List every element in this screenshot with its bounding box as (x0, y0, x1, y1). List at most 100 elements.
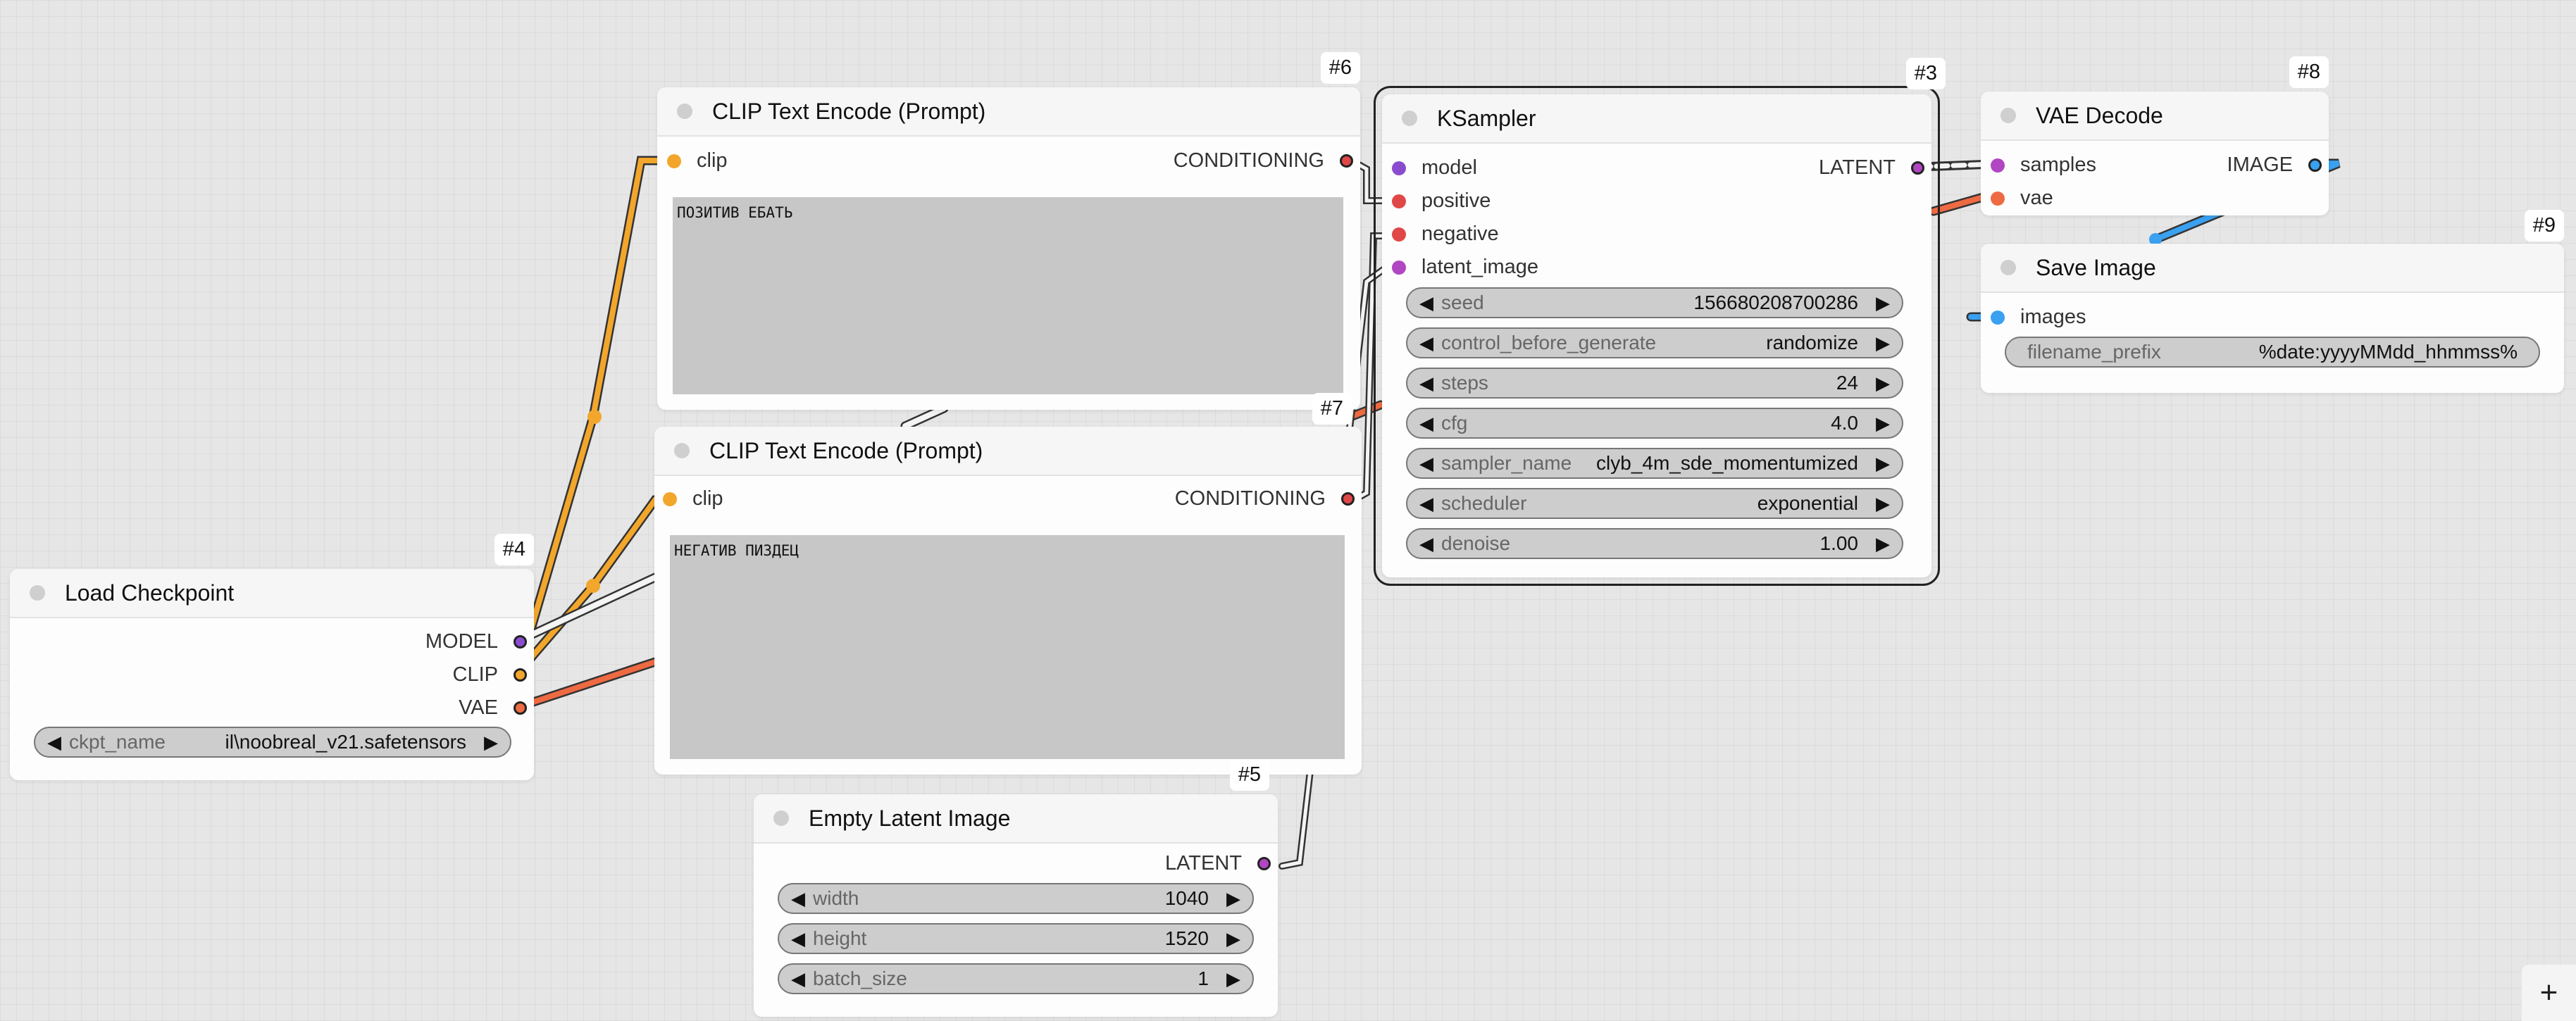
decrement-arrow-icon[interactable]: ◀ (44, 732, 65, 753)
slot-dot-conditioning[interactable] (1341, 492, 1355, 506)
input-slot-images[interactable]: images (1991, 306, 2086, 329)
increment-arrow-icon[interactable]: ▶ (1872, 413, 1893, 434)
increment-arrow-icon[interactable]: ▶ (1872, 372, 1893, 394)
decrement-arrow-icon[interactable]: ◀ (788, 888, 809, 910)
slot-dot-model[interactable] (1392, 161, 1406, 175)
node-save-image[interactable]: #9 Save Image images filename_prefix %da… (1981, 210, 2564, 393)
add-node-button[interactable]: + (2522, 965, 2576, 1021)
input-slot-samples[interactable]: samples (1991, 154, 2096, 177)
input-slot-positive[interactable]: positive (1392, 189, 1491, 213)
slot-dot-image[interactable] (2308, 158, 2322, 172)
node-empty-latent-image[interactable]: #5 Empty Latent Image LATENT ◀ width 104… (754, 759, 1278, 1017)
slot-dot-vae[interactable] (514, 701, 527, 715)
node-title: VAE Decode (2036, 102, 2163, 128)
collapse-toggle[interactable] (677, 104, 692, 119)
reroute-dot-clip[interactable] (587, 410, 602, 424)
input-slot-model[interactable]: model (1392, 156, 1477, 180)
output-slot-latent[interactable]: LATENT (1819, 156, 1924, 180)
slot-dot-clip[interactable] (667, 154, 681, 168)
slot-dot-clip[interactable] (514, 668, 527, 682)
decrement-arrow-icon[interactable]: ◀ (1416, 533, 1437, 555)
input-slot-clip[interactable]: clip (667, 149, 728, 173)
node-header[interactable]: Load Checkpoint (10, 569, 534, 618)
node-load-checkpoint[interactable]: #4 Load Checkpoint MODEL CLIP VAE ◀ ckpt… (10, 534, 534, 780)
increment-arrow-icon[interactable]: ▶ (1872, 292, 1893, 314)
slot-dot-conditioning[interactable] (1340, 154, 1353, 168)
node-vae-decode[interactable]: #8 VAE Decode samples vae IMAGE (1981, 56, 2329, 215)
slot-dot-latent[interactable] (1911, 161, 1924, 175)
slot-dot-latent[interactable] (1991, 158, 2005, 173)
slot-dot-vae[interactable] (1991, 191, 2005, 206)
widget-seed[interactable]: ◀ seed 156680208700286 ▶ (1406, 287, 1903, 318)
decrement-arrow-icon[interactable]: ◀ (788, 968, 809, 990)
node-id-badge: #3 (1905, 58, 1946, 89)
widget-cfg[interactable]: ◀ cfg 4.0 ▶ (1406, 408, 1903, 439)
output-slot-clip[interactable]: CLIP (453, 663, 527, 687)
decrement-arrow-icon[interactable]: ◀ (1416, 372, 1437, 394)
widget-steps[interactable]: ◀ steps 24 ▶ (1406, 368, 1903, 399)
node-header[interactable]: Empty Latent Image (754, 794, 1278, 844)
increment-arrow-icon[interactable]: ▶ (1872, 533, 1893, 555)
decrement-arrow-icon[interactable]: ◀ (788, 928, 809, 950)
reroute-dot-clip[interactable] (586, 579, 600, 593)
output-slot-conditioning[interactable]: CONDITIONING (1174, 149, 1353, 173)
decrement-arrow-icon[interactable]: ◀ (1416, 292, 1437, 314)
increment-arrow-icon[interactable]: ▶ (1872, 453, 1893, 475)
widget-label: batch_size (813, 967, 907, 989)
collapse-toggle[interactable] (1402, 111, 1417, 126)
decrement-arrow-icon[interactable]: ◀ (1416, 332, 1437, 354)
increment-arrow-icon[interactable]: ▶ (480, 732, 502, 753)
prompt-textarea[interactable]: ПОЗИТИВ ЕБАТЬ (673, 197, 1343, 394)
input-slot-clip[interactable]: clip (663, 487, 723, 510)
node-header[interactable]: KSampler (1382, 94, 1931, 144)
collapse-toggle[interactable] (773, 810, 789, 826)
input-slot-vae[interactable]: vae (1991, 187, 2053, 210)
node-header[interactable]: CLIP Text Encode (Prompt) (657, 87, 1360, 137)
increment-arrow-icon[interactable]: ▶ (1872, 493, 1893, 515)
widget-value: 1040 (1164, 887, 1209, 909)
widget-filename-prefix[interactable]: filename_prefix %date:yyyyMMdd_hhmmss% (2005, 337, 2540, 368)
increment-arrow-icon[interactable]: ▶ (1872, 332, 1893, 354)
collapse-toggle[interactable] (2001, 108, 2016, 123)
slot-dot-latent[interactable] (1257, 857, 1271, 870)
prompt-textarea[interactable]: НЕГАТИВ ПИЗДЕЦ (670, 535, 1345, 759)
slot-dot-clip[interactable] (663, 491, 677, 506)
output-slot-latent[interactable]: LATENT (1165, 852, 1271, 875)
node-header[interactable]: VAE Decode (1981, 92, 2329, 141)
wire-clip-positive (514, 156, 678, 677)
output-slot-conditioning[interactable]: CONDITIONING (1175, 487, 1355, 510)
node-header[interactable]: Save Image (1981, 244, 2564, 293)
output-slot-image[interactable]: IMAGE (2227, 154, 2322, 177)
widget-height[interactable]: ◀ height 1520 ▶ (778, 923, 1254, 954)
slot-dot-model[interactable] (514, 635, 527, 649)
slot-dot-negative[interactable] (1392, 227, 1406, 242)
widget-scheduler[interactable]: ◀ scheduler exponential ▶ (1406, 488, 1903, 519)
input-slot-latent-image[interactable]: latent_image (1392, 256, 1538, 279)
output-slot-model[interactable]: MODEL (425, 630, 527, 653)
widget-width[interactable]: ◀ width 1040 ▶ (778, 883, 1254, 914)
widget-sampler-name[interactable]: ◀ sampler_name clyb_4m_sde_momentumized … (1406, 448, 1903, 479)
increment-arrow-icon[interactable]: ▶ (1223, 968, 1244, 990)
collapse-toggle[interactable] (2001, 260, 2016, 275)
increment-arrow-icon[interactable]: ▶ (1223, 888, 1244, 910)
slot-dot-latent[interactable] (1392, 260, 1406, 275)
collapse-toggle[interactable] (674, 443, 690, 458)
widget-control-before-generate[interactable]: ◀ control_before_generate randomize ▶ (1406, 327, 1903, 358)
node-clip-text-encode-positive[interactable]: #6 CLIP Text Encode (Prompt) clip CONDIT… (657, 52, 1360, 410)
collapse-toggle[interactable] (30, 585, 45, 601)
slot-dot-image[interactable] (1991, 310, 2005, 325)
node-header[interactable]: CLIP Text Encode (Prompt) (654, 427, 1362, 476)
widget-ckpt-name[interactable]: ◀ ckpt_name il\noobreal_v21.safetensors … (34, 727, 511, 758)
node-clip-text-encode-negative[interactable]: #7 CLIP Text Encode (Prompt) clip CONDIT… (654, 393, 1362, 775)
widget-value: randomize (1766, 332, 1858, 353)
node-ksampler[interactable]: #3 KSampler model positive negative late… (1374, 58, 1946, 586)
slot-dot-positive[interactable] (1392, 194, 1406, 208)
decrement-arrow-icon[interactable]: ◀ (1416, 453, 1437, 475)
widget-batch-size[interactable]: ◀ batch_size 1 ▶ (778, 963, 1254, 994)
decrement-arrow-icon[interactable]: ◀ (1416, 493, 1437, 515)
output-slot-vae[interactable]: VAE (459, 696, 527, 720)
input-slot-negative[interactable]: negative (1392, 223, 1499, 246)
increment-arrow-icon[interactable]: ▶ (1223, 928, 1244, 950)
decrement-arrow-icon[interactable]: ◀ (1416, 413, 1437, 434)
widget-denoise[interactable]: ◀ denoise 1.00 ▶ (1406, 528, 1903, 559)
